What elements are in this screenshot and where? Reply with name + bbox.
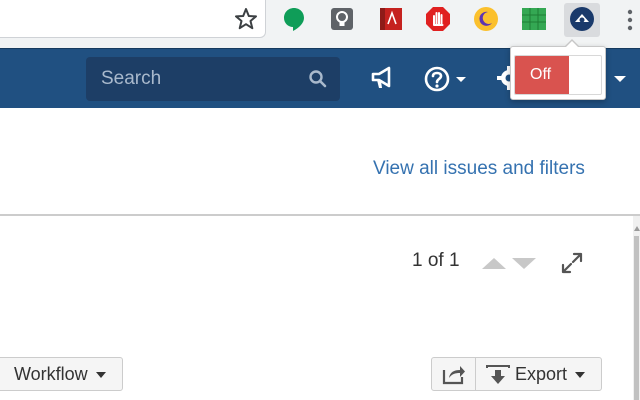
pdf-extension-icon[interactable] (378, 6, 404, 32)
search-icon[interactable] (308, 69, 328, 89)
export-label: Export (515, 363, 568, 384)
view-all-issues-link[interactable]: View all issues and filters (373, 158, 585, 180)
pager-up-icon[interactable] (482, 258, 506, 269)
hangouts-extension-icon[interactable] (281, 6, 307, 32)
extension-popup: Off (510, 39, 606, 100)
chevron-down-icon (575, 372, 586, 378)
help-icon[interactable] (424, 66, 470, 92)
browser-menu-icon[interactable] (625, 8, 635, 32)
share-button[interactable] (431, 357, 476, 391)
sheets-extension-icon[interactable] (521, 6, 547, 32)
share-icon (442, 366, 465, 385)
expand-icon[interactable] (560, 251, 584, 275)
pager-down-icon[interactable] (512, 258, 536, 269)
scroll-up-icon[interactable] (634, 226, 640, 231)
toggle-off-label: Off (515, 56, 569, 94)
divider (0, 214, 640, 216)
keep-extension-icon[interactable] (329, 6, 355, 32)
address-bar[interactable] (0, 0, 266, 38)
active-extension-icon[interactable] (569, 6, 595, 32)
workflow-label: Workflow (14, 363, 88, 384)
pager-count: 1 of 1 (412, 250, 460, 271)
browser-toolbar (0, 0, 640, 48)
star-icon[interactable] (233, 6, 259, 32)
search-input[interactable]: Search (86, 57, 340, 101)
moon-extension-icon[interactable] (473, 6, 499, 32)
adblock-extension-icon[interactable] (425, 6, 451, 32)
scrollbar-thumb[interactable] (634, 236, 639, 400)
megaphone-icon[interactable] (370, 64, 396, 92)
export-button[interactable]: Export (475, 357, 602, 391)
search-placeholder: Search (101, 68, 162, 89)
export-icon (486, 365, 510, 384)
chevron-down-icon (95, 372, 106, 378)
on-off-toggle[interactable]: Off (514, 55, 602, 95)
chevron-down-icon[interactable] (612, 74, 628, 84)
workflow-button[interactable]: Workflow (0, 357, 123, 391)
